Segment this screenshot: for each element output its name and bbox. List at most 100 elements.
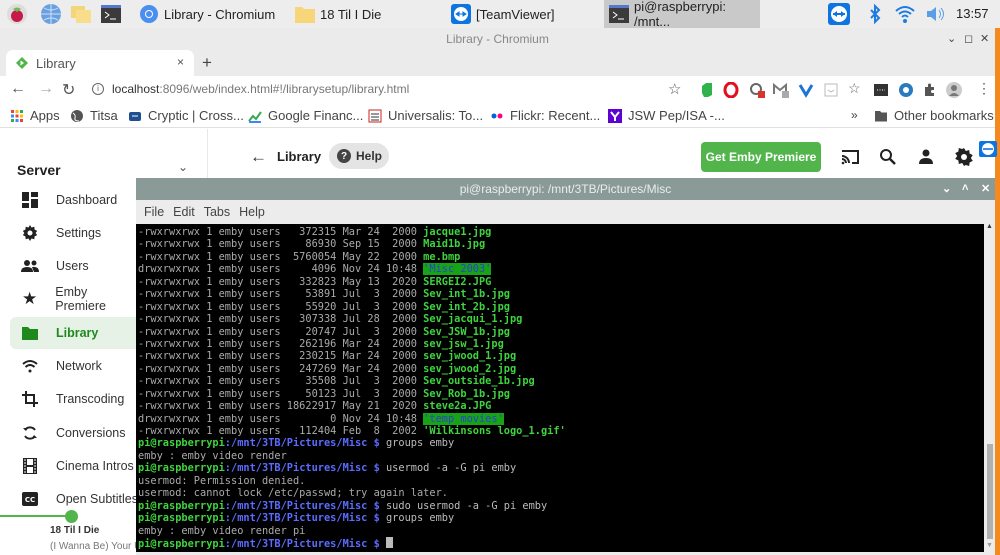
terminal-cursor[interactable]	[385, 536, 393, 548]
bookmark-apps[interactable]: Apps	[10, 108, 60, 123]
menu-edit[interactable]: Edit	[173, 205, 195, 219]
file-attributes: drwxrwxrwx 1 emby users 4096 Nov 24 10:4…	[138, 263, 424, 276]
tab-library[interactable]: Library ×	[6, 50, 194, 76]
terminal-maximize-button[interactable]: ˄	[962, 182, 968, 194]
terminal-scrollbar[interactable]: ▲ ▼	[985, 223, 995, 552]
bookmark-titsa[interactable]: Titsa	[70, 108, 118, 123]
prompt-path: :/mnt/3TB/Pictures/Misc $	[224, 462, 386, 475]
file-attributes: -rwxrwxrwx 1 emby users 20747 Jul 3 2000	[138, 325, 424, 338]
bookmark-jsw[interactable]: JSW Pep/ISA -...	[608, 108, 725, 123]
star-extension-icon[interactable]: ☆	[848, 80, 861, 97]
cast-icon[interactable]	[840, 147, 860, 167]
bookmark-cryptic[interactable]: Cryptic | Cross...	[128, 108, 244, 123]
terminal-output-line: emby : emby video render	[138, 450, 984, 462]
terminal-minimize-button[interactable]: ⌄	[942, 182, 951, 195]
info-icon[interactable]: i	[92, 83, 104, 95]
sidebar-item-label: Emby Premiere	[55, 285, 106, 313]
sidebar-item-emby-premiere[interactable]: ★ Emby Premiere	[10, 283, 138, 315]
taskbar-task-teamviewer[interactable]: [TeamViewer]	[446, 0, 596, 28]
taskbar-task-chromium[interactable]: Library - Chromium	[134, 0, 292, 28]
new-tab-button[interactable]: +	[202, 53, 212, 73]
minimize-button[interactable]: ⌄	[947, 32, 956, 45]
vpn-extension-icon[interactable]	[798, 82, 814, 98]
user-icon[interactable]	[916, 147, 936, 167]
terminal-listing-line: -rwxrwxrwx 1 emby users 35508 Jul 3 2000…	[138, 375, 984, 387]
address-bar[interactable]: i localhost:8096/web/index.html#!/librar…	[92, 82, 409, 96]
menu-tabs[interactable]: Tabs	[204, 205, 230, 219]
file-name: me.bmp	[423, 250, 461, 263]
search-icon[interactable]	[878, 147, 898, 167]
reload-button[interactable]: ↻	[62, 80, 75, 100]
chevron-down-icon[interactable]: ⌄	[178, 160, 188, 174]
sidebar-item-network[interactable]: Network	[10, 350, 138, 382]
forward-button[interactable]: →	[38, 80, 54, 98]
sidebar-item-transcoding[interactable]: Transcoding	[10, 383, 138, 415]
page-back-button[interactable]: ←	[250, 147, 267, 167]
file-attributes: drwxrwxrwx 1 emby users 0 Nov 24 10:48	[138, 412, 424, 425]
teamviewer-float-icon[interactable]	[979, 141, 997, 157]
output-text: emby : emby video render	[138, 449, 287, 462]
volume-icon[interactable]	[924, 3, 946, 25]
bookmark-star-icon[interactable]: ☆	[668, 80, 681, 98]
get-premiere-button[interactable]: Get Emby Premiere	[701, 142, 821, 172]
chrome-menu-icon[interactable]: ⋮	[977, 80, 991, 97]
dashboard-icon	[21, 191, 39, 209]
evernote-extension-icon[interactable]	[699, 82, 715, 98]
taskbar-task-terminal[interactable]: pi@raspberrypi: /mnt...	[604, 0, 760, 29]
raspberry-menu-icon[interactable]	[6, 3, 28, 25]
sidebar-item-settings[interactable]: Settings	[10, 217, 138, 249]
terminal-output[interactable]: -rwxrwxrwx 1 emby users 372315 Mar 24 20…	[136, 224, 984, 552]
menu-file[interactable]: File	[144, 205, 164, 219]
extensions-puzzle-icon[interactable]	[922, 82, 938, 98]
sidebar-section-server[interactable]: Server	[17, 162, 61, 178]
bluetooth-icon[interactable]	[864, 3, 886, 25]
sidebar-item-conversions[interactable]: Conversions	[10, 417, 138, 449]
back-button[interactable]: ←	[10, 80, 26, 98]
now-playing-seek-handle[interactable]	[65, 510, 78, 523]
scrollbar-thumb[interactable]	[987, 444, 993, 539]
sidebar-item-dashboard[interactable]: Dashboard	[10, 184, 138, 216]
taskbar-task-folder[interactable]: 18 Til I Die	[290, 0, 440, 28]
profile-avatar[interactable]	[946, 82, 962, 98]
sidebar-item-users[interactable]: Users	[10, 250, 138, 282]
file-manager-icon[interactable]	[70, 3, 92, 25]
bookmark-universalis[interactable]: Universalis: To...	[368, 108, 483, 123]
file-attributes: -rwxrwxrwx 1 emby users 262196 Mar 24 20…	[138, 337, 424, 350]
clipboard-extension-icon[interactable]	[823, 82, 839, 98]
file-name: Sev_jacqui_1.jpg	[423, 313, 523, 326]
bookmark-google-finance[interactable]: Google Financ...	[248, 108, 363, 123]
wifi-icon[interactable]	[894, 3, 916, 25]
sidebar-item-cinema-intros[interactable]: Cinema Intros	[10, 450, 138, 482]
now-playing-progress[interactable]	[0, 515, 72, 517]
window-border	[995, 28, 1000, 555]
teamviewer-tray-icon[interactable]	[828, 3, 850, 25]
bookmark-label: Cryptic | Cross...	[148, 108, 244, 123]
notification-extension-icon[interactable]	[749, 82, 765, 98]
close-button[interactable]: ✕	[980, 32, 989, 45]
scroll-up-icon[interactable]: ▲	[986, 223, 993, 230]
maximize-button[interactable]: ◻	[964, 32, 973, 45]
target-extension-icon[interactable]	[898, 82, 914, 98]
tab-close-icon[interactable]: ×	[177, 55, 184, 69]
other-bookmarks[interactable]: Other bookmarks	[874, 108, 994, 123]
window-title: Library - Chromium	[446, 32, 549, 46]
gmail-extension-icon[interactable]	[773, 82, 789, 98]
settings-gear-icon[interactable]	[954, 147, 974, 167]
sidebar-item-library[interactable]: Library	[10, 317, 138, 349]
terminal-listing-line: -rwxrwxrwx 1 emby users 247269 Mar 24 20…	[138, 363, 984, 375]
menu-extension-icon[interactable]	[873, 82, 889, 98]
menu-help[interactable]: Help	[239, 205, 265, 219]
terminal-launcher-icon[interactable]	[100, 3, 122, 25]
bookmarks-overflow-button[interactable]: »	[851, 108, 858, 122]
help-button[interactable]: ? Help	[329, 143, 389, 169]
sidebar-item-label: Settings	[56, 226, 102, 240]
clock[interactable]: 13:57	[956, 6, 989, 21]
opera-extension-icon[interactable]	[723, 82, 739, 98]
scroll-down-icon[interactable]: ▼	[986, 542, 993, 549]
file-attributes: -rwxrwxrwx 1 emby users 307338 Jul 28 20…	[138, 313, 424, 326]
crop-icon	[21, 390, 39, 408]
bookmark-flickr[interactable]: Flickr: Recent...	[490, 108, 600, 123]
web-browser-icon[interactable]	[40, 3, 62, 25]
terminal-titlebar[interactable]: pi@raspberrypi: /mnt/3TB/Pictures/Misc ⌄…	[136, 178, 995, 200]
terminal-close-button[interactable]: ✕	[981, 182, 990, 195]
